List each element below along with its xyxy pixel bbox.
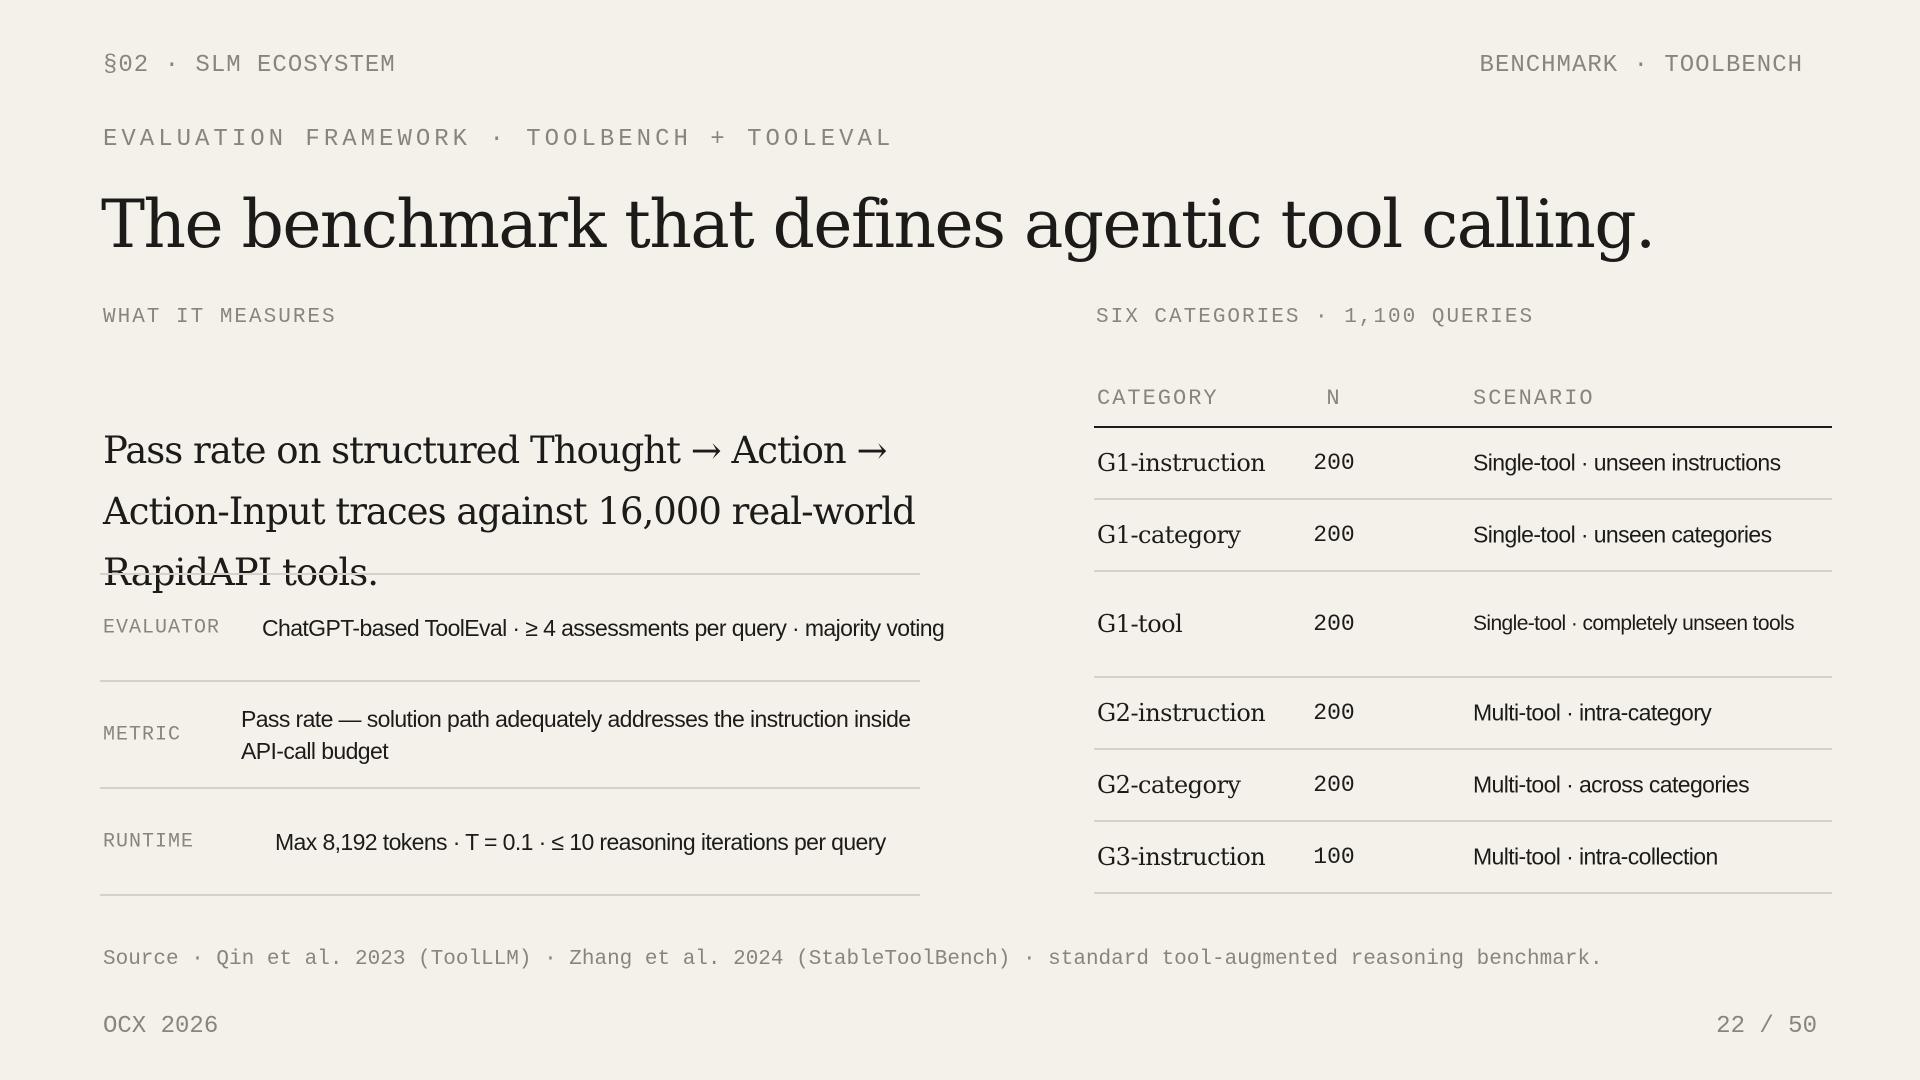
scenario-cell: Single-tool · unseen instructions [1473, 449, 1781, 476]
column-header-n: N [1326, 386, 1342, 411]
slide-title: The benchmark that defines agentic tool … [101, 186, 1656, 263]
eyebrow: EVALUATION FRAMEWORK · TOOLBENCH + TOOLE… [103, 126, 895, 153]
category-cell: G2-instruction [1097, 699, 1266, 727]
column-header-category: CATEGORY [1097, 386, 1219, 411]
scenario-cell: Multi-tool · intra-collection [1473, 843, 1718, 870]
scenario-cell: Single-tool · completely unseen tools [1473, 612, 1795, 635]
n-cell: 200 [1313, 522, 1355, 548]
column-header-scenario: SCENARIO [1473, 386, 1595, 411]
n-cell: 200 [1313, 611, 1355, 637]
spec-key: METRIC [103, 723, 182, 746]
table-header: CATEGORY N SCENARIO [1094, 378, 1832, 428]
spec-value: ChatGPT-based ToolEval · ≥ 4 assessments… [262, 614, 945, 641]
page-number: 22 / 50 [1716, 1013, 1817, 1040]
category-cell: G2-category [1097, 771, 1241, 799]
scenario-cell: Single-tool · unseen categories [1473, 521, 1772, 548]
divider [100, 894, 920, 896]
table-row: G3-instruction 100 Multi-tool · intra-co… [1094, 822, 1832, 894]
table-row: G2-category 200 Multi-tool · across cate… [1094, 750, 1832, 822]
n-cell: 200 [1313, 450, 1355, 476]
source-note: Source · Qin et al. 2023 (ToolLLM) · Zha… [103, 948, 1603, 971]
spec-row-evaluator: EVALUATOR ChatGPT-based ToolEval · ≥ 4 a… [100, 575, 945, 680]
category-cell: G1-tool [1097, 610, 1183, 638]
table-row: G2-instruction 200 Multi-tool · intra-ca… [1094, 678, 1832, 750]
section-header: §02 · SLM ECOSYSTEM [103, 52, 396, 79]
footer-org: OCX 2026 [103, 1013, 219, 1040]
spec-value: Pass rate — solution path adequately add… [241, 705, 911, 764]
topic-header: BENCHMARK · TOOLBENCH [1479, 52, 1803, 79]
scenario-cell: Multi-tool · intra-category [1473, 699, 1712, 726]
category-cell: G3-instruction [1097, 843, 1266, 871]
spec-key: EVALUATOR [103, 616, 221, 639]
spec-value: Max 8,192 tokens · T = 0.1 · ≤ 10 reason… [275, 828, 886, 855]
spec-list: EVALUATOR ChatGPT-based ToolEval · ≥ 4 a… [100, 573, 945, 896]
table-row: G1-category 200 Single-tool · unseen cat… [1094, 500, 1832, 572]
table-row: G1-tool 200 Single-tool · completely uns… [1094, 572, 1832, 678]
n-cell: 200 [1313, 700, 1355, 726]
scenario-cell: Multi-tool · across categories [1473, 771, 1750, 798]
n-cell: 200 [1313, 772, 1355, 798]
categories-table: CATEGORY N SCENARIO G1-instruction 200 S… [1094, 378, 1832, 894]
category-cell: G1-instruction [1097, 449, 1266, 477]
slide: §02 · SLM ECOSYSTEM BENCHMARK · TOOLBENC… [0, 0, 1920, 1080]
spec-key: RUNTIME [103, 830, 195, 853]
left-section-label: WHAT IT MEASURES [103, 306, 337, 329]
category-cell: G1-category [1097, 521, 1241, 549]
n-cell: 100 [1313, 844, 1355, 870]
table-row: G1-instruction 200 Single-tool · unseen … [1094, 428, 1832, 500]
spec-row-metric: METRIC Pass rate — solution path adequat… [100, 682, 920, 787]
right-section-label: SIX CATEGORIES · 1,100 QUERIES [1096, 306, 1535, 329]
spec-row-runtime: RUNTIME Max 8,192 tokens · T = 0.1 · ≤ 1… [100, 789, 920, 894]
